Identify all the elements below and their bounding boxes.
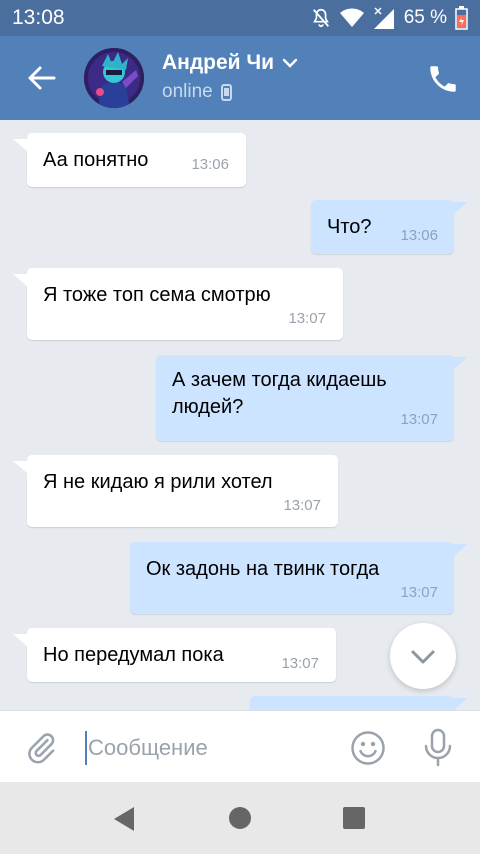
scroll-down-button[interactable] bbox=[390, 623, 456, 689]
phone-device-icon bbox=[220, 83, 232, 101]
message-input[interactable] bbox=[88, 731, 328, 765]
message-bubble-out[interactable] bbox=[250, 696, 454, 710]
message-text: Аа понятно bbox=[43, 149, 149, 171]
contact-status-text: online bbox=[162, 81, 213, 102]
message-bubble-in[interactable]: Но передумал пока 13:07 bbox=[27, 628, 336, 682]
wifi-icon bbox=[339, 8, 364, 27]
message-text: Ок задонь на твинк тогда bbox=[146, 558, 380, 580]
message-time: 13:07 bbox=[283, 497, 321, 514]
nav-recent-icon[interactable] bbox=[343, 807, 365, 829]
scroll-down-icon bbox=[411, 650, 435, 664]
status-icons: 65 % bbox=[310, 5, 468, 31]
attach-icon[interactable] bbox=[24, 731, 58, 765]
battery-percent: 65 % bbox=[403, 7, 447, 28]
message-time: 13:07 bbox=[288, 310, 326, 327]
contact-status: online bbox=[162, 81, 232, 103]
message-time: 13:06 bbox=[400, 227, 438, 244]
bubble-tail bbox=[454, 544, 468, 556]
message-bubble-in[interactable]: Я тоже топ сема смотрю 13:07 bbox=[27, 268, 343, 340]
back-arrow-icon[interactable] bbox=[24, 60, 60, 96]
message-list[interactable]: Аа понятно 13:06 Что? 13:06 Я тоже топ с… bbox=[0, 120, 480, 710]
message-bubble-in[interactable]: Я не кидаю я рили хотел 13:07 bbox=[27, 455, 338, 527]
message-bubble-in[interactable]: Аа понятно 13:06 bbox=[27, 133, 246, 187]
bubble-tail bbox=[13, 461, 27, 473]
message-text: Я не кидаю я рили хотел bbox=[43, 471, 273, 493]
message-time: 13:07 bbox=[281, 655, 319, 672]
text-cursor bbox=[85, 731, 87, 765]
system-navigation-bar bbox=[0, 782, 480, 854]
message-time: 13:06 bbox=[191, 156, 229, 173]
nav-home-icon[interactable] bbox=[228, 806, 252, 830]
battery-icon bbox=[455, 6, 468, 30]
message-text: Что? bbox=[327, 216, 372, 238]
chat-header: Андрей Чи online bbox=[0, 36, 480, 120]
message-bubble-out[interactable]: Ок задонь на твинк тогда 13:07 bbox=[130, 542, 454, 614]
message-composer bbox=[0, 710, 480, 782]
contact-name-text: Андрей Чи bbox=[162, 51, 275, 74]
phone-call-icon[interactable] bbox=[426, 62, 460, 96]
message-bubble-out[interactable]: А зачем тогда кидаешь людей? 13:07 bbox=[156, 355, 454, 441]
bubble-tail bbox=[13, 139, 27, 151]
emoji-icon[interactable] bbox=[350, 730, 386, 766]
contact-name[interactable]: Андрей Чи bbox=[162, 51, 298, 75]
avatar[interactable] bbox=[84, 48, 144, 108]
message-text: Я тоже топ сема смотрю bbox=[43, 284, 271, 306]
bubble-tail bbox=[454, 202, 468, 214]
message-text: Но передумал пока bbox=[43, 644, 224, 666]
nav-back-icon[interactable] bbox=[112, 806, 136, 832]
message-time: 13:07 bbox=[400, 411, 438, 428]
message-time: 13:07 bbox=[400, 584, 438, 601]
mic-icon[interactable] bbox=[420, 728, 456, 768]
mute-icon bbox=[312, 8, 329, 28]
message-text: А зачем тогда кидаешь bbox=[172, 369, 387, 391]
message-bubble-out[interactable]: Что? 13:06 bbox=[311, 200, 454, 254]
message-text: людей? bbox=[172, 396, 244, 418]
status-time: 13:08 bbox=[12, 6, 65, 29]
bubble-tail bbox=[454, 357, 468, 369]
bubble-tail bbox=[454, 698, 468, 710]
status-bar: 13:08 65 % bbox=[0, 0, 480, 36]
signal-icon bbox=[373, 7, 394, 29]
bubble-tail bbox=[13, 274, 27, 286]
chevron-down-icon bbox=[282, 58, 298, 68]
bubble-tail bbox=[13, 634, 27, 646]
